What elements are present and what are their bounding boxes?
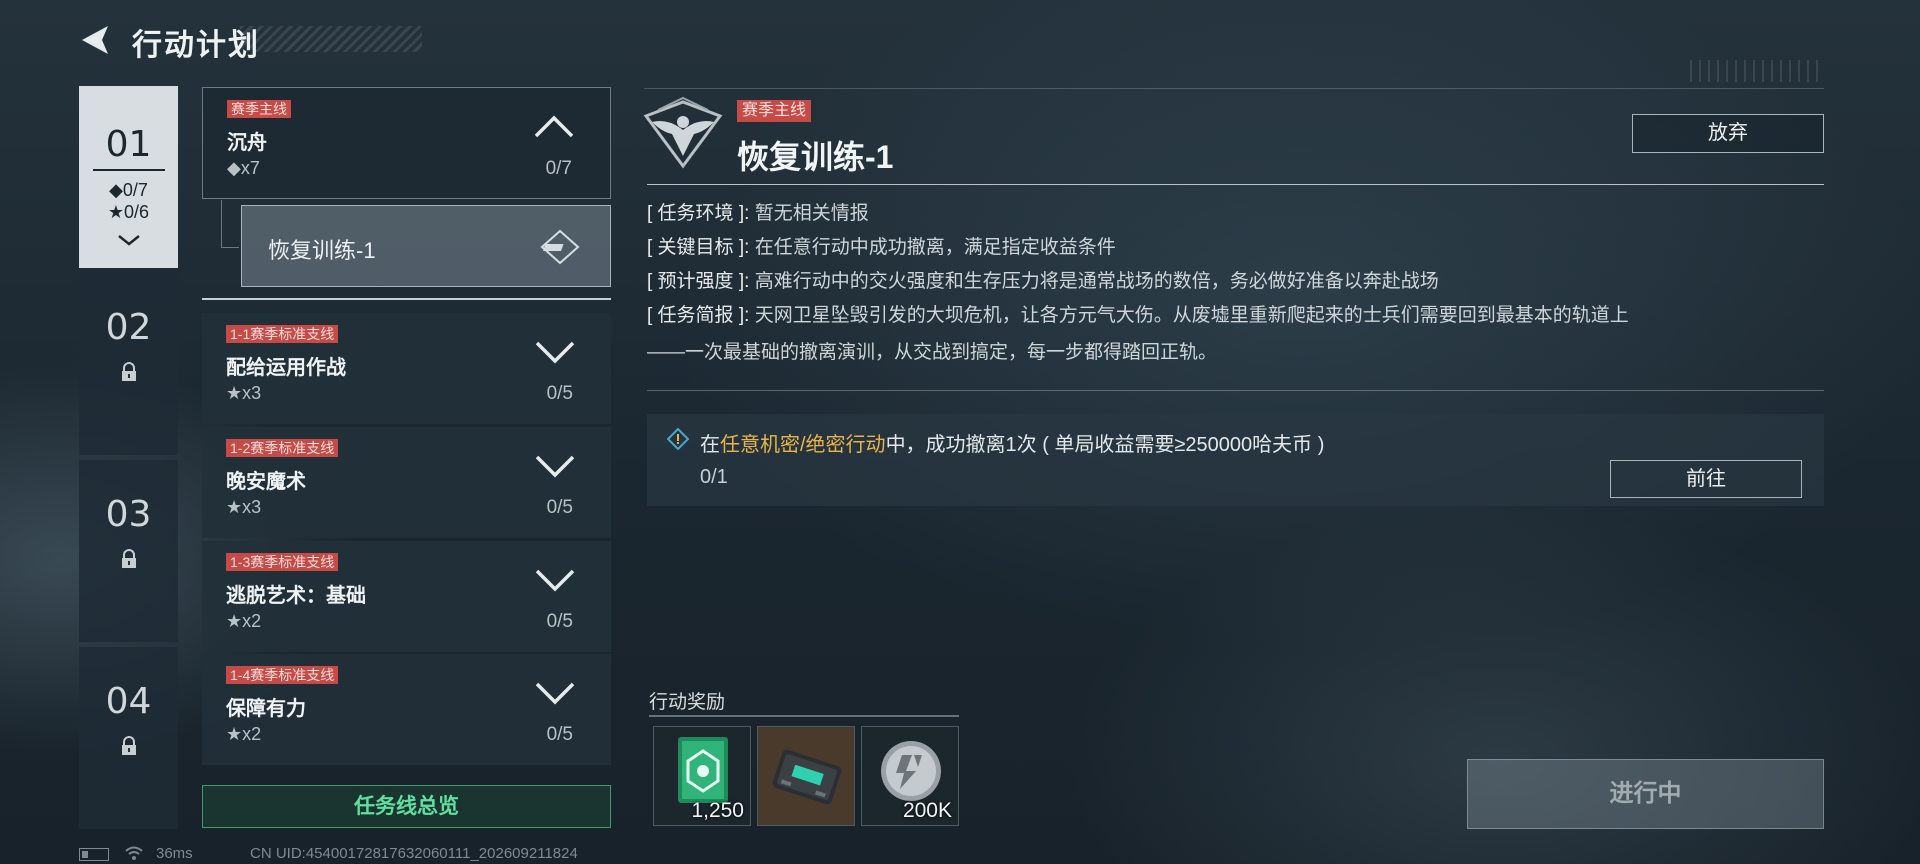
task-requirement: ★x3 — [226, 497, 262, 517]
title-decoration — [240, 26, 422, 52]
reward-item-2[interactable] — [757, 726, 855, 826]
objective-prefix: 在 — [700, 434, 720, 456]
objective-suffix: 中，成功撤离1次 ( 单局收益需要≥250000哈夫币 ) — [885, 434, 1325, 456]
info-key: [ 任务环境 ]: — [647, 203, 750, 224]
back-arrow-icon[interactable] — [78, 22, 114, 58]
task-card-1-3[interactable]: 1-3赛季标准支线 逃脱艺术：基础 ★x2 0/5 — [202, 541, 611, 652]
task-name: 配给运用作战 — [226, 357, 346, 379]
chapter-tab-01[interactable]: 01 ◆0/7 ★0/6 — [79, 86, 178, 268]
reward-amount: 1,250 — [691, 799, 744, 822]
rewards-underline — [649, 715, 959, 717]
task-count: 0/5 — [546, 383, 573, 404]
task-tag: 1-2赛季标准支线 — [226, 439, 339, 457]
info-key-objective: [ 关键目标 ]: 在任意行动中成功撤离，满足指定收益条件 — [647, 231, 1116, 265]
main-task-card[interactable]: 赛季主线 沉舟 ◆x7 0/7 — [202, 87, 611, 199]
panel-top-line — [644, 88, 1824, 89]
tree-connector — [221, 200, 222, 248]
reward-item-1[interactable]: 1,250 — [653, 726, 751, 826]
chapter-tab-04[interactable]: 04 — [79, 647, 178, 829]
task-name: 晚安魔术 — [226, 471, 306, 493]
chapter-underline — [92, 169, 165, 171]
detail-header-divider — [647, 184, 1824, 185]
reward-item-3[interactable]: 200K — [861, 726, 959, 826]
info-value: 天网卫星坠毁引发的大坝危机，让各方元气大伤。从废墟里重新爬起来的士兵们需要回到最… — [754, 305, 1629, 326]
task-count: 0/5 — [546, 611, 573, 632]
wifi-icon — [125, 846, 143, 860]
detail-tag: 赛季主线 — [737, 100, 812, 122]
chevron-down-icon[interactable] — [533, 565, 577, 593]
task-card-1-2[interactable]: 1-2赛季标准支线 晚安魔术 ★x3 0/5 — [202, 427, 611, 538]
task-name: 沉舟 — [227, 132, 267, 154]
ping-text: 36ms — [156, 845, 193, 862]
lock-icon — [121, 362, 136, 381]
chapter-number: 04 — [105, 681, 152, 722]
objective-card: 在任意机密/绝密行动中，成功撤离1次 ( 单局收益需要≥250000哈夫币 ) … — [647, 414, 1824, 506]
chapter-tab-02[interactable]: 02 — [79, 273, 178, 455]
task-count: 0/7 — [545, 158, 572, 179]
task-name: 逃脱艺术：基础 — [226, 585, 366, 607]
tree-connector — [221, 247, 239, 248]
target-marker-icon — [540, 229, 580, 265]
objective-highlight: 任意机密/绝密行动 — [720, 434, 886, 456]
sub-task-label: 恢复训练-1 — [268, 238, 376, 263]
chevron-down-icon[interactable] — [533, 678, 577, 706]
info-intensity: [ 预计强度 ]: 高难行动中的交火强度和生存压力将是通常战场的数倍，务必做好准… — [647, 265, 1439, 299]
task-requirement: ★x2 — [226, 611, 262, 631]
lock-icon — [121, 549, 136, 568]
sub-task-recovery-training[interactable]: 恢复训练-1 — [241, 205, 611, 287]
task-count: 0/5 — [546, 497, 573, 518]
eagle-emblem-icon — [643, 96, 723, 169]
reward-amount: 200K — [902, 799, 952, 822]
objective-diamond-icon — [667, 428, 689, 450]
info-briefing: [ 任务简报 ]: 天网卫星坠毁引发的大坝危机，让各方元气大伤。从废墟里重新爬起… — [647, 299, 1629, 333]
chapter-number: 03 — [105, 494, 152, 535]
task-tag: 赛季主线 — [227, 100, 291, 118]
lock-icon — [121, 736, 136, 755]
task-tag: 1-1赛季标准支线 — [226, 325, 339, 343]
chapter-star-progress: ★0/6 — [107, 202, 150, 222]
task-tag: 1-4赛季标准支线 — [226, 666, 339, 684]
task-tag: 1-3赛季标准支线 — [226, 553, 339, 571]
objective-progress: 0/1 — [700, 466, 728, 488]
uid-text: CN UID:45400172817632060111_202609211824 — [250, 845, 578, 862]
info-value: 在任意行动中成功撤离，满足指定收益条件 — [754, 237, 1116, 258]
task-line-overview-button[interactable]: 任务线总览 — [202, 785, 611, 828]
info-value: 暂无相关情报 — [754, 203, 869, 224]
objective-text: 在任意机密/绝密行动中，成功撤离1次 ( 单局收益需要≥250000哈夫币 ) — [700, 428, 1324, 457]
task-card-1-4[interactable]: 1-4赛季标准支线 保障有力 ★x2 0/5 — [202, 654, 611, 765]
chapter-diamond-progress: ◆0/7 — [109, 180, 148, 200]
detail-title: 恢复训练-1 — [737, 139, 894, 175]
task-card-1-1[interactable]: 1-1赛季标准支线 配给运用作战 ★x3 0/5 — [202, 313, 611, 424]
chapter-tab-03[interactable]: 03 — [79, 460, 178, 642]
task-count: 0/5 — [546, 724, 573, 745]
detail-mid-divider — [647, 390, 1824, 391]
page-title: 行动计划 — [132, 29, 260, 62]
task-requirement: ◆x7 — [227, 158, 260, 178]
header-decoration — [1690, 60, 1820, 82]
list-divider — [202, 298, 611, 300]
equipment-case-icon — [758, 727, 854, 825]
task-name: 保障有力 — [226, 698, 306, 720]
task-requirement: ★x3 — [226, 383, 262, 403]
task-requirement: ★x2 — [226, 724, 262, 744]
rewards-label: 行动奖励 — [649, 692, 726, 713]
chapter-number: 01 — [105, 124, 152, 165]
goto-button[interactable]: 前往 — [1610, 460, 1802, 498]
chevron-down-icon[interactable] — [533, 337, 577, 365]
chevron-up-icon[interactable] — [532, 112, 576, 140]
abandon-button[interactable]: 放弃 — [1632, 114, 1824, 153]
battery-icon — [79, 848, 109, 861]
chapter-number: 02 — [105, 307, 152, 348]
info-briefing-continued: ——一次最基础的撤离演训，从交战到搞定，每一步都得踏回正轨。 — [647, 342, 1218, 363]
info-key: [ 任务简报 ]: — [647, 305, 750, 326]
info-environment: [ 任务环境 ]: 暂无相关情报 — [647, 197, 869, 231]
info-value: 高难行动中的交火强度和生存压力将是通常战场的数倍，务必做好准备以奔赴战场 — [754, 271, 1439, 292]
chevron-down-icon[interactable] — [533, 451, 577, 479]
info-key: [ 关键目标 ]: — [647, 237, 750, 258]
chevron-down-icon — [117, 235, 140, 246]
info-key: [ 预计强度 ]: — [647, 271, 750, 292]
in-progress-button: 进行中 — [1467, 759, 1824, 829]
